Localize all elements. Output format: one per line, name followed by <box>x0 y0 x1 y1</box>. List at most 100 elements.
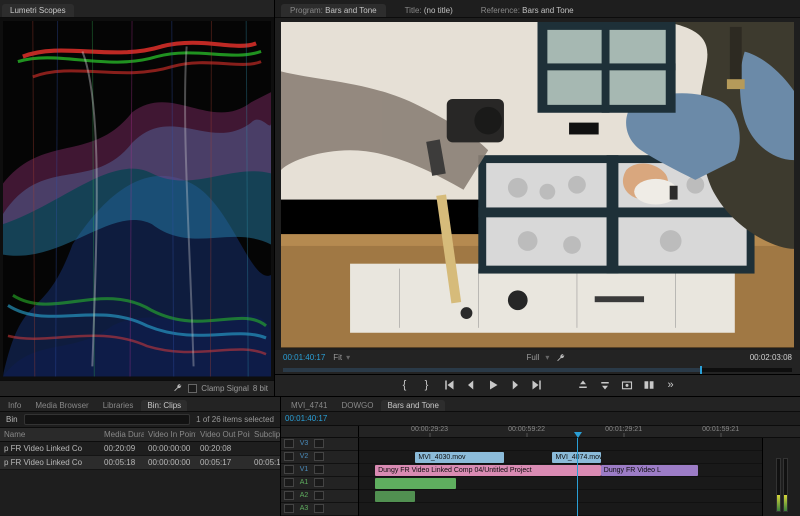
go-to-out-button[interactable] <box>531 379 543 391</box>
program-tc-duration: 00:02:03:08 <box>750 353 792 362</box>
lift-button[interactable] <box>577 379 589 391</box>
timeline-tabbar: MVI_4741 DOWGO Bars and Tone <box>281 397 800 412</box>
program-scrub-bar[interactable] <box>275 366 800 374</box>
project-row[interactable]: p FR Video Linked Co 00:05:18 00:00:00:0… <box>0 456 280 470</box>
tab-libraries[interactable]: Libraries <box>97 400 140 411</box>
audio-meters <box>762 438 800 516</box>
project-row-in: 00:00:00:00 <box>144 458 196 467</box>
track-header-a2[interactable]: A2 <box>281 490 358 503</box>
tab-lumetri-scopes[interactable]: Lumetri Scopes <box>2 4 74 17</box>
project-row-dur: 00:20:09 <box>100 444 144 453</box>
project-row-sub: 00:05:18 <box>250 458 280 467</box>
program-viewport[interactable] <box>281 22 794 348</box>
clip[interactable]: MVI_4030.mov <box>415 452 504 463</box>
program-tab-name: Bars and Tone <box>325 6 376 15</box>
ruler-tick: 00:00:59:22 <box>508 426 545 437</box>
col-subclip[interactable]: Subclip <box>250 430 280 439</box>
project-row-in: 00:00:00:00 <box>144 444 196 453</box>
project-item-count: 1 of 26 items selected <box>196 415 274 424</box>
safe-margins-button[interactable]: » <box>665 379 677 391</box>
track-header-a3[interactable]: A3 <box>281 503 358 516</box>
scopes-display[interactable] <box>0 18 274 380</box>
tab-seq-2[interactable]: Bars and Tone <box>381 400 444 411</box>
lumetri-scopes-panel: Lumetri Scopes <box>0 0 275 396</box>
tab-seq-0[interactable]: MVI_4741 <box>285 400 333 411</box>
track-header-v2[interactable]: V2 <box>281 451 358 464</box>
ruler-tick: 00:01:29:21 <box>605 426 642 437</box>
clip[interactable]: Dungy FR Video Linked Comp 04/Untitled P… <box>375 465 601 476</box>
comparison-view-button[interactable] <box>643 379 655 391</box>
col-duration[interactable]: Media Duration <box>100 430 144 439</box>
clip[interactable] <box>375 478 456 489</box>
tab-info[interactable]: Info <box>2 400 27 411</box>
track-v2[interactable]: MVI_4030.mov MVI_4074.mov <box>359 451 762 464</box>
col-video-out[interactable]: Video Out Point <box>196 430 250 439</box>
go-to-in-button[interactable] <box>443 379 455 391</box>
ruler-tick: 00:00:29:23 <box>411 426 448 437</box>
track-header-v3[interactable]: V3 <box>281 438 358 451</box>
program-transport: { } » <box>275 374 800 396</box>
clamp-signal-label: Clamp Signal <box>201 384 249 393</box>
track-headers: V3 V2 V1 A1 A2 A3 <box>281 438 359 516</box>
resolution-select[interactable]: Full <box>527 353 540 362</box>
program-tc-current[interactable]: 00:01:40:17 <box>283 353 325 362</box>
project-row-name: p FR Video Linked Co <box>0 458 100 467</box>
project-row-out: 00:20:08 <box>196 444 250 453</box>
project-filter-input[interactable] <box>24 414 191 425</box>
program-monitor-panel: Program: Bars and Tone Title: (no title)… <box>275 0 800 396</box>
scopes-footer: Clamp Signal 8 bit <box>0 380 274 396</box>
project-tabbar: Info Media Browser Libraries Bin: Clips <box>0 397 280 412</box>
clip[interactable]: Dungy FR Video L <box>601 465 698 476</box>
track-a2[interactable] <box>359 490 762 503</box>
project-columns-header: Name Media Duration Video In Point Video… <box>0 428 280 442</box>
audio-meter-r <box>783 458 788 512</box>
wrench-icon[interactable] <box>172 382 184 394</box>
track-a1[interactable] <box>359 477 762 490</box>
playhead[interactable] <box>577 438 578 516</box>
clamp-signal-checkbox[interactable] <box>188 384 197 393</box>
timeline-header: 00:01:40:17 <box>281 412 800 426</box>
timeline-ruler[interactable]: 00:00:29:23 00:00:59:22 00:01:29:21 00:0… <box>281 426 800 438</box>
timeline-panel: MVI_4741 DOWGO Bars and Tone 00:01:40:17… <box>281 397 800 516</box>
tab-reference[interactable]: Reference: Bars and Tone <box>472 4 583 17</box>
program-tabbar: Program: Bars and Tone Title: (no title)… <box>275 0 800 18</box>
mark-in-button[interactable]: { <box>399 379 411 391</box>
track-v1[interactable]: Dungy FR Video Linked Comp 04/Untitled P… <box>359 464 762 477</box>
bin-label: Bin <box>6 415 18 424</box>
project-row-out: 00:05:17 <box>196 458 250 467</box>
play-button[interactable] <box>487 379 499 391</box>
clip[interactable] <box>375 491 415 502</box>
timeline-body: V3 V2 V1 A1 A2 A3 MVI_4030.mov MVI_4074.… <box>281 438 800 516</box>
title-tab-name: (no title) <box>424 6 453 15</box>
timeline-tc[interactable]: 00:01:40:17 <box>285 414 327 423</box>
audio-meter-l <box>776 458 781 512</box>
tracks-area[interactable]: MVI_4030.mov MVI_4074.mov Dungy FR Video… <box>359 438 762 516</box>
track-a3[interactable] <box>359 503 762 516</box>
title-tab-prefix: Title: <box>405 6 422 15</box>
project-panel: Info Media Browser Libraries Bin: Clips … <box>0 397 281 516</box>
tab-media-browser[interactable]: Media Browser <box>29 400 94 411</box>
chevron-down-icon: ▾ <box>545 353 549 362</box>
tab-program[interactable]: Program: Bars and Tone <box>281 4 386 17</box>
project-search-row: Bin 1 of 26 items selected <box>0 412 280 428</box>
project-row-dur: 00:05:18 <box>100 458 144 467</box>
step-forward-button[interactable] <box>509 379 521 391</box>
track-v3[interactable] <box>359 438 762 451</box>
track-header-v1[interactable]: V1 <box>281 464 358 477</box>
scopes-bitdepth[interactable]: 8 bit <box>253 384 268 393</box>
zoom-fit-select[interactable]: Fit <box>333 353 342 362</box>
export-frame-button[interactable] <box>621 379 633 391</box>
wrench-icon[interactable] <box>555 352 567 364</box>
track-header-a1[interactable]: A1 <box>281 477 358 490</box>
program-tab-prefix: Program: <box>290 6 323 15</box>
mark-out-button[interactable]: } <box>421 379 433 391</box>
tab-title[interactable]: Title: (no title) <box>396 4 462 17</box>
tab-bin-clips[interactable]: Bin: Clips <box>141 400 187 411</box>
col-name[interactable]: Name <box>0 430 100 439</box>
step-back-button[interactable] <box>465 379 477 391</box>
col-video-in[interactable]: Video In Point <box>144 430 196 439</box>
project-row[interactable]: p FR Video Linked Co 00:20:09 00:00:00:0… <box>0 442 280 456</box>
extract-button[interactable] <box>599 379 611 391</box>
program-info-bar: 00:01:40:17 Fit ▾ Full ▾ 00:02:03:08 <box>275 350 800 366</box>
tab-seq-1[interactable]: DOWGO <box>335 400 379 411</box>
